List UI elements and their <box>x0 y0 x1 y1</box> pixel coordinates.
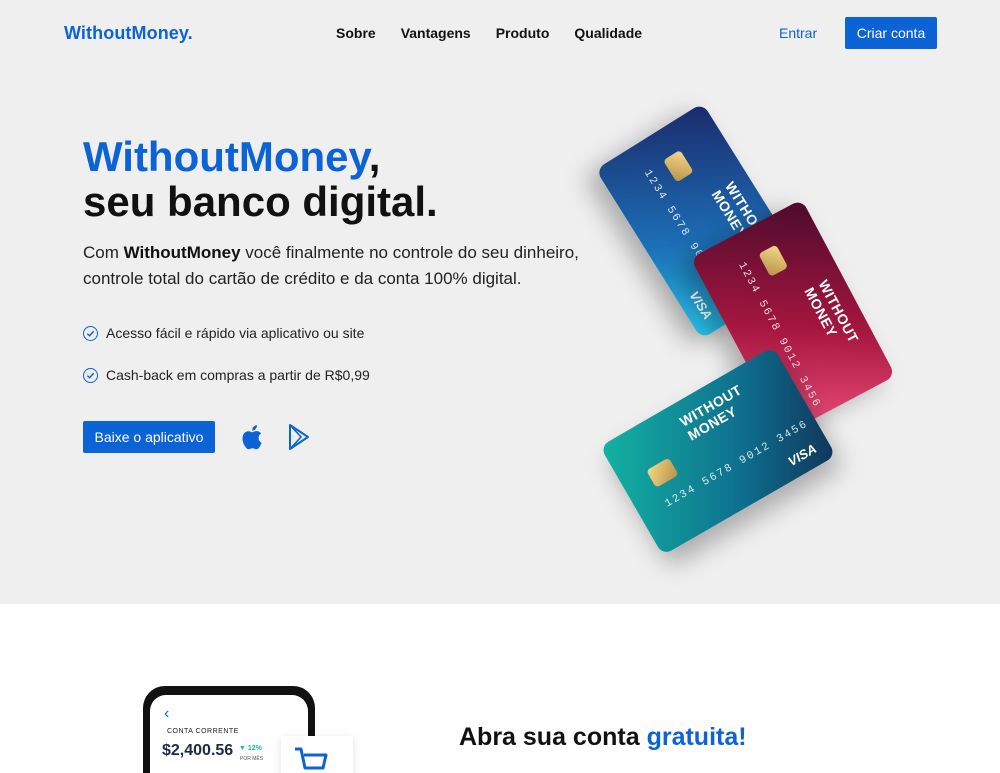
top-nav: WithoutMoney. Sobre Vantagens Produto Qu… <box>0 0 1000 66</box>
menu-item-sobre[interactable]: Sobre <box>336 25 376 41</box>
main-menu: Sobre Vantagens Produto Qualidade <box>336 25 642 41</box>
logo[interactable]: WithoutMoney. <box>64 23 193 44</box>
card-chip <box>758 244 789 277</box>
download-app-button[interactable]: Baixe o aplicativo <box>83 421 215 453</box>
card-chip <box>662 149 694 183</box>
card-brand: WITHOUT MONEY <box>676 381 745 444</box>
check-circle-icon <box>83 367 98 383</box>
hero-title-comma: , <box>368 133 381 180</box>
menu-item-produto[interactable]: Produto <box>496 25 550 41</box>
feature-item: Cash-back em compras a partir de R$0,99 <box>83 367 370 383</box>
google-play-icon[interactable] <box>286 423 312 451</box>
card-chip <box>646 457 679 488</box>
card-network: VISA <box>785 440 819 470</box>
account-balance: $2,400.56 <box>162 742 234 759</box>
menu-item-qualidade[interactable]: Qualidade <box>574 25 642 41</box>
card-brand: WITHOUT MONEY <box>801 277 862 346</box>
feature-label: Acesso fácil e rápido via aplicativo ou … <box>106 325 365 341</box>
menu-item-vantagens[interactable]: Vantagens <box>401 25 471 41</box>
hero-title-line2: seu banco digital. <box>83 178 438 225</box>
feature-label: Cash-back em compras a partir de R$0,99 <box>106 367 370 383</box>
section-title-highlight: gratuita! <box>646 723 747 751</box>
hero-title-brand: WithoutMoney <box>83 133 369 180</box>
balance-period: POR MÊS <box>240 756 264 762</box>
check-circle-icon <box>83 325 98 341</box>
cart-card <box>281 736 353 773</box>
feature-item: Acesso fácil e rápido via aplicativo ou … <box>83 325 364 341</box>
account-label: CONTA CORRENTE <box>167 728 239 735</box>
hero-description: Com WithoutMoney você finalmente no cont… <box>83 240 583 292</box>
desc-prefix: Com <box>83 243 124 262</box>
back-arrow-icon[interactable]: ‹ <box>164 705 169 723</box>
login-link[interactable]: Entrar <box>779 25 817 41</box>
card-number: 1234 5678 9012 3456 <box>663 418 811 511</box>
shopping-cart-icon <box>295 747 328 770</box>
hero-title: WithoutMoney, seu banco digital. <box>83 134 438 224</box>
section-title-prefix: Abra sua conta <box>459 723 647 751</box>
balance-change: ▼ 12% <box>239 745 262 752</box>
hero-section: WithoutMoney, seu banco digital. Com Wit… <box>0 66 1000 604</box>
desc-brand: WithoutMoney <box>123 243 241 262</box>
signup-button[interactable]: Criar conta <box>845 17 937 49</box>
section-title: Abra sua conta gratuita! <box>459 723 747 752</box>
apple-icon[interactable] <box>238 423 264 451</box>
